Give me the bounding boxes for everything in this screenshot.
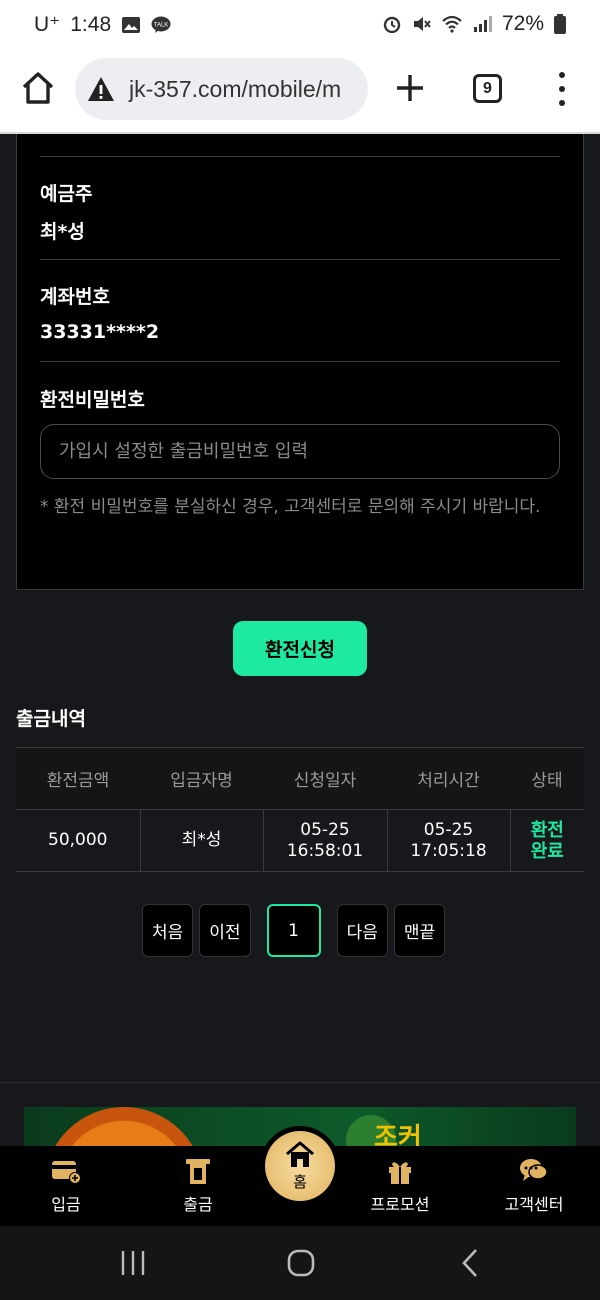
nav-label: 출금: [183, 1195, 213, 1214]
withdraw-history-table: 환전금액 입금자명 신청일자 처리시간 상태 50,000 최*성 05-25 …: [16, 747, 584, 872]
carrier-label: U⁺: [34, 13, 61, 36]
history-title: 출금내역: [16, 708, 86, 730]
home-nav-icon: [286, 1141, 314, 1167]
tab-count: 9: [483, 79, 492, 97]
mute-icon: [413, 17, 431, 31]
status-line: 완료: [530, 840, 564, 862]
table-header-row: 환전금액 입금자명 신청일자 처리시간 상태: [16, 747, 584, 810]
banner-text: 조커: [374, 1123, 422, 1146]
status-cell: 환전 완료: [509, 809, 584, 872]
first-page-button[interactable]: 처음: [142, 904, 194, 957]
amount-cell: 50,000: [16, 809, 140, 872]
name-cell: 최*성: [139, 809, 263, 872]
url-text: jk-357.com/mobile/m: [129, 75, 342, 102]
account-label: 계좌번호: [40, 286, 110, 308]
column-header: 상태: [510, 747, 584, 810]
time-label: 1:48: [70, 12, 112, 36]
address-bar[interactable]: jk-357.com/mobile/m: [75, 58, 368, 120]
table-row: 50,000 최*성 05-25 16:58:01 05-25 17:05:18…: [16, 809, 584, 872]
nav-label: 입금: [51, 1195, 81, 1214]
battery-icon: [554, 14, 566, 34]
nav-support[interactable]: 고객센터: [494, 1146, 574, 1226]
divider: [0, 1082, 600, 1083]
column-header: 입금자명: [140, 747, 263, 810]
svg-text:TALK: TALK: [154, 22, 169, 28]
process-date: 05-25: [423, 819, 474, 840]
prev-page-button[interactable]: 이전: [199, 904, 251, 957]
depositor-value: 최*성: [40, 221, 85, 243]
status-bar: U⁺ 1:48 TALK 72%: [0, 0, 600, 48]
next-page-button[interactable]: 다음: [336, 904, 388, 957]
nav-home[interactable]: 홈: [260, 1126, 340, 1206]
alarm-icon: [383, 16, 401, 33]
battery-label: 72%: [501, 12, 544, 35]
divider: [40, 361, 560, 362]
password-notice: * 환전 비밀번호를 분실하신 경우, 고객센터로 문의해 주시기 바랍니다.: [40, 497, 541, 517]
new-tab-icon[interactable]: [392, 70, 428, 106]
last-page-button[interactable]: 맨끝: [393, 904, 446, 957]
warning-icon[interactable]: [87, 76, 115, 102]
page-content: 예금주 최*성 계좌번호 33331****2 환전비밀번호 * 환전 비밀번호…: [0, 134, 600, 1146]
process-time-cell: 05-25 17:05:18: [386, 809, 510, 872]
depositor-label: 예금주: [40, 183, 93, 205]
column-header: 처리시간: [387, 747, 510, 810]
column-header: 환전금액: [16, 747, 140, 810]
request-time: 16:58:01: [286, 840, 364, 861]
chat-bubble-icon: [520, 1159, 548, 1181]
withdraw-password-input[interactable]: [40, 424, 560, 479]
divider: [40, 259, 560, 260]
request-date-cell: 05-25 16:58:01: [262, 809, 387, 872]
current-page-button[interactable]: 1: [266, 904, 321, 957]
nav-withdraw[interactable]: 출금: [162, 1146, 234, 1226]
process-time: 17:05:18: [410, 840, 487, 861]
home-icon[interactable]: [20, 70, 56, 106]
bottom-nav: 입금 출금 홈 프로모션 고객센터: [0, 1126, 600, 1226]
nav-label: 프로모션: [370, 1195, 430, 1214]
nav-promotion[interactable]: 프로모션: [362, 1146, 438, 1226]
recent-apps-icon[interactable]: [118, 1246, 148, 1280]
system-nav-bar: [0, 1226, 600, 1300]
wifi-icon: [442, 15, 462, 33]
home-nav-circle-icon[interactable]: [285, 1246, 317, 1280]
tab-switcher-button[interactable]: 9: [473, 74, 502, 103]
nav-label: 홈: [293, 1172, 307, 1191]
divider: [40, 156, 560, 157]
request-date: 05-25: [300, 819, 350, 840]
deposit-icon: [52, 1161, 81, 1184]
withdraw-request-button[interactable]: 환전신청: [233, 621, 367, 676]
account-value: 33331****2: [40, 321, 160, 343]
signal-icon: [473, 16, 492, 32]
pagination: 처음 이전 1 다음 맨끝: [142, 904, 446, 957]
back-icon[interactable]: [458, 1246, 482, 1280]
withdraw-icon: [186, 1159, 210, 1184]
gift-icon: [389, 1162, 411, 1184]
nav-deposit[interactable]: 입금: [30, 1146, 102, 1226]
more-options-icon[interactable]: [554, 72, 570, 106]
browser-toolbar: jk-357.com/mobile/m 9: [0, 48, 600, 134]
talk-icon: TALK: [151, 16, 171, 33]
nav-label: 고객센터: [504, 1195, 564, 1214]
column-header: 신청일자: [263, 747, 387, 810]
roulette-image: [44, 1107, 204, 1146]
home-button[interactable]: 홈: [265, 1131, 335, 1201]
gallery-icon: [122, 16, 141, 33]
password-label: 환전비밀번호: [40, 389, 145, 411]
withdraw-form: 예금주 최*성 계좌번호 33331****2 환전비밀번호 * 환전 비밀번호…: [16, 134, 584, 590]
status-line: 환전: [530, 819, 564, 841]
